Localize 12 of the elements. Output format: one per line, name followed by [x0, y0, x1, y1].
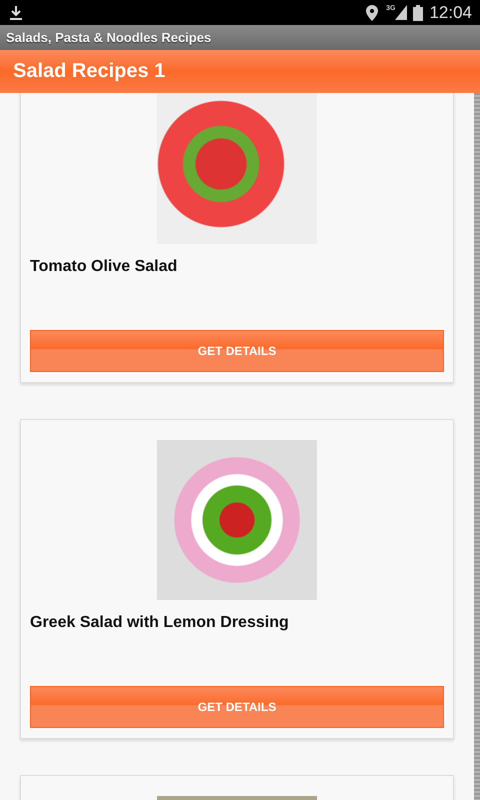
location-pin-icon — [366, 4, 378, 20]
download-icon — [10, 6, 22, 20]
scrollbar[interactable] — [474, 93, 480, 800]
battery-icon — [413, 4, 424, 20]
clock-time: 12:04 — [429, 2, 472, 22]
get-details-button[interactable]: GET DETAILS — [30, 686, 444, 728]
window-title: Salads, Pasta & Noodles Recipes — [6, 30, 212, 45]
get-details-button[interactable]: GET DETAILS — [30, 330, 444, 372]
recipe-title: Tomato Olive Salad — [30, 258, 178, 277]
signal-icon — [395, 5, 408, 20]
screen-title: Salad Recipes 1 — [13, 60, 166, 83]
recipe-title: Greek Salad with Lemon Dressing — [30, 614, 290, 633]
